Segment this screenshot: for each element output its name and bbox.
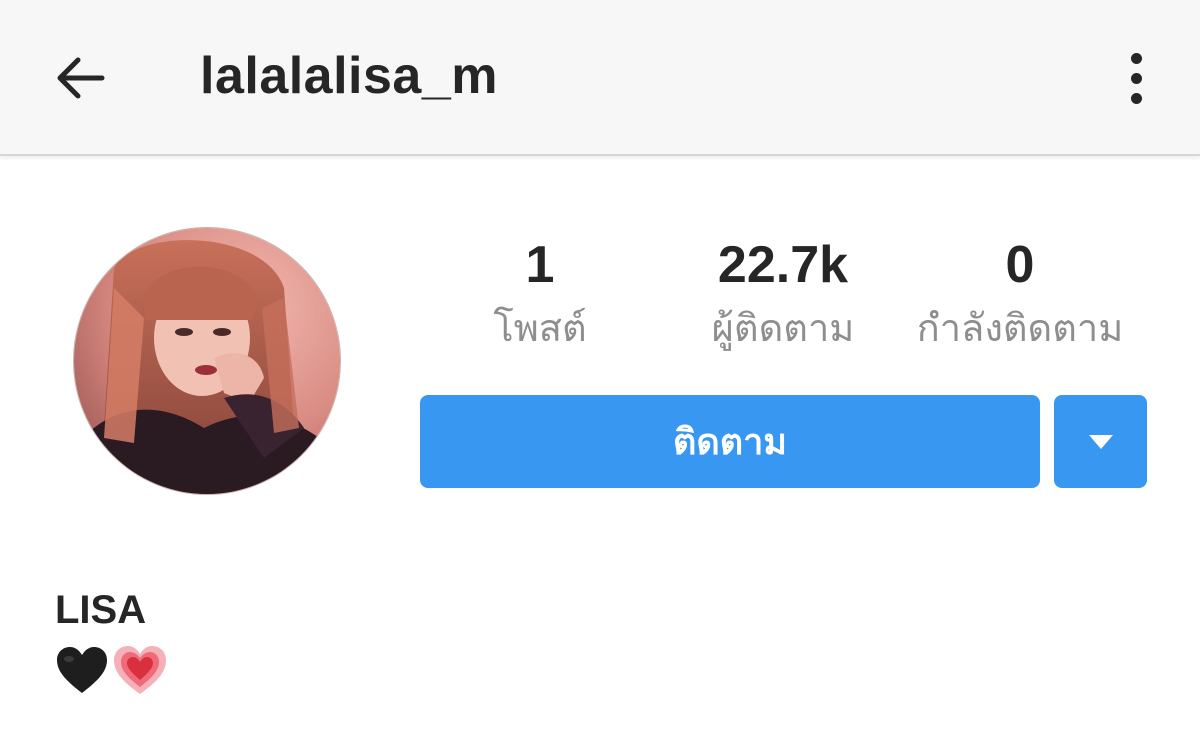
stat-followers-label: ผู้ติดตาม [711,306,855,350]
stat-followers[interactable]: 22.7k ผู้ติดตาม [658,232,908,358]
dot [1130,72,1142,84]
stat-following-count: 0 [1005,236,1035,294]
more-options-button[interactable] [1106,38,1166,118]
stat-following-label: กำลังติดตาม [916,306,1124,350]
stat-posts[interactable]: 1 โพสต์ [415,232,665,358]
stat-posts-count: 1 [525,236,555,294]
top-app-bar: lalalalisa_m [0,0,1200,156]
growing-heart-icon [114,646,166,694]
stat-followers-count: 22.7k [717,236,849,294]
profile-username: lalalalisa_m [200,47,498,105]
display-name: LISA [55,588,147,632]
follow-button-label: ติดตาม [672,422,788,463]
vertical-dots-icon [1130,52,1142,64]
black-heart-icon [57,647,107,693]
stat-posts-label: โพสต์ [493,306,587,350]
dot [1130,92,1142,104]
suggested-accounts-dropdown-button[interactable] [1054,395,1147,488]
stat-following[interactable]: 0 กำลังติดตาม [900,232,1140,358]
avatar[interactable] [73,227,341,495]
follow-button[interactable]: ติดตาม [420,395,1040,488]
triangle-down-icon [1088,434,1113,449]
bio [55,646,167,696]
profile-photo [74,228,340,494]
arrow-left-icon [57,57,105,99]
back-button[interactable] [40,38,120,118]
